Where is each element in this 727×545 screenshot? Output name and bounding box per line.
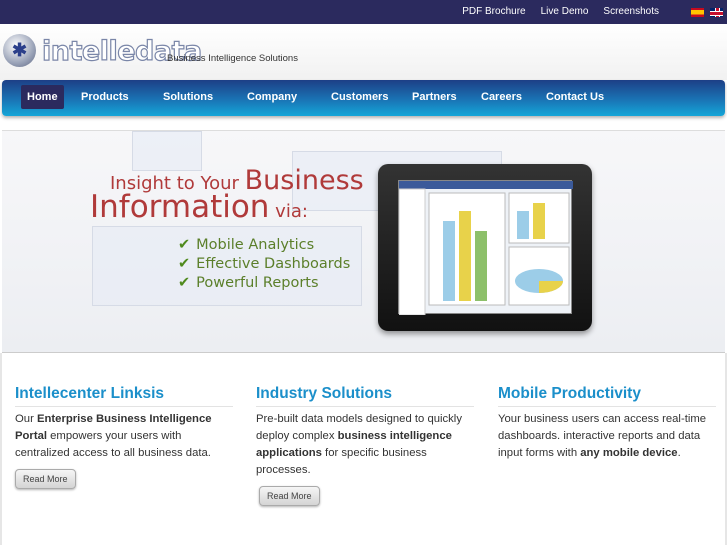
column-industry-solutions: Industry Solutions Pre-built data models… xyxy=(256,385,474,506)
hero-headline-line2: Information via: xyxy=(90,189,308,225)
read-more-button[interactable]: Read More xyxy=(259,486,320,506)
nav-customers[interactable]: Customers xyxy=(331,91,388,103)
bullet-effective-dashboards: ✔ Effective Dashboards xyxy=(178,256,351,272)
nav-careers[interactable]: Careers xyxy=(481,91,522,103)
column-title[interactable]: Mobile Productivity xyxy=(498,385,716,407)
tablet-image xyxy=(378,164,592,331)
puzzle-logo-icon[interactable]: ✱ xyxy=(3,34,36,67)
column-text: Your business users can access real-time… xyxy=(498,413,707,459)
nav-company[interactable]: Company xyxy=(247,91,297,103)
spanish-flag-icon[interactable] xyxy=(691,8,704,17)
checkmark-icon: ✔ xyxy=(178,237,191,253)
bullet-powerful-reports: ✔ Powerful Reports xyxy=(178,275,319,291)
column-intellecenter: Intellecenter Linksis Our Enterprise Bus… xyxy=(15,385,233,489)
tagline: Business Intelligence Solutions xyxy=(167,53,298,64)
pdf-brochure-link[interactable]: PDF Brochure xyxy=(462,6,525,17)
nav-products[interactable]: Products xyxy=(81,91,129,103)
page-border-left xyxy=(0,353,2,545)
column-title[interactable]: Intellecenter Linksis xyxy=(15,385,233,407)
column-text: Pre-built data models designed to quickl… xyxy=(256,413,462,476)
column-text: Our Enterprise Business Intelligence Por… xyxy=(15,413,212,459)
hero-banner[interactable]: Insight to Your Business Information via… xyxy=(2,130,725,353)
column-mobile-productivity: Mobile Productivity Your business users … xyxy=(498,385,716,462)
nav-solutions[interactable]: Solutions xyxy=(163,91,213,103)
checkmark-icon: ✔ xyxy=(178,275,191,291)
read-more-button[interactable]: Read More xyxy=(15,469,76,489)
english-flag-icon[interactable] xyxy=(710,8,723,17)
nav-home[interactable]: Home xyxy=(21,85,64,109)
nav-partners[interactable]: Partners xyxy=(412,91,457,103)
dashboard-screenshot xyxy=(398,181,573,316)
main-nav: Home Products Solutions Company Customer… xyxy=(2,80,725,116)
live-demo-link[interactable]: Live Demo xyxy=(541,6,589,17)
screenshots-link[interactable]: Screenshots xyxy=(603,6,659,17)
tablet-screen xyxy=(398,180,573,316)
nav-contact-us[interactable]: Contact Us xyxy=(546,91,604,103)
top-bar: PDF Brochure Live Demo Screenshots xyxy=(0,0,727,24)
column-title[interactable]: Industry Solutions xyxy=(256,385,474,407)
bullet-mobile-analytics: ✔ Mobile Analytics xyxy=(178,237,315,253)
checkmark-icon: ✔ xyxy=(178,256,191,272)
header: ✱ intelledata Business Intelligence Solu… xyxy=(0,24,727,80)
